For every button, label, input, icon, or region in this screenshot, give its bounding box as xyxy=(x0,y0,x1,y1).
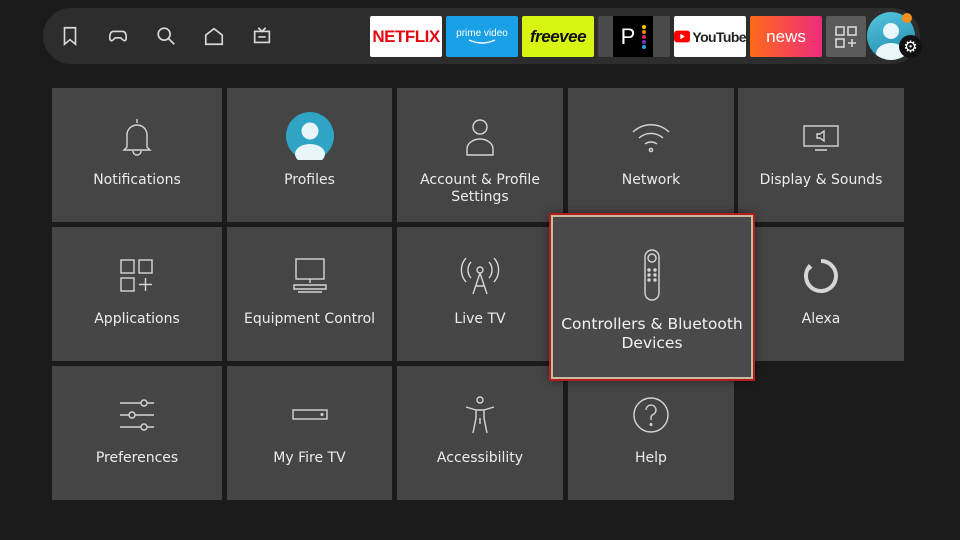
search-icon[interactable] xyxy=(153,23,179,49)
fire-tv-device-icon xyxy=(227,394,392,436)
settings-tile-alexa[interactable]: Alexa xyxy=(738,227,904,361)
peacock-logo: P xyxy=(620,23,636,49)
settings-tile-accessibility[interactable]: Accessibility xyxy=(397,366,563,500)
all-apps-button[interactable] xyxy=(826,16,866,57)
applications-icon xyxy=(52,255,222,297)
home-icon[interactable] xyxy=(201,23,227,49)
wifi-icon xyxy=(568,116,734,158)
prime-video-app-tile[interactable]: prime video xyxy=(446,16,518,57)
tile-label: Live TV xyxy=(454,311,506,327)
settings-tile-preferences[interactable]: Preferences xyxy=(52,366,222,500)
remote-control-icon xyxy=(553,249,751,301)
bell-icon xyxy=(52,116,222,158)
notification-dot xyxy=(902,13,912,23)
display-sound-icon xyxy=(738,116,904,158)
prime-video-logo: prime video xyxy=(456,28,508,39)
freevee-logo: freevee xyxy=(529,26,587,46)
settings-tile-help[interactable]: Help xyxy=(568,366,734,500)
bookmark-icon[interactable] xyxy=(57,23,83,49)
tile-label: Help xyxy=(635,450,667,466)
tile-label: Alexa xyxy=(801,311,841,327)
settings-tile-notifications[interactable]: Notifications xyxy=(52,88,222,222)
youtube-app-tile[interactable]: YouTube xyxy=(674,16,746,57)
profile-avatar-icon xyxy=(227,112,392,160)
antenna-icon xyxy=(397,255,563,297)
tile-label: Preferences xyxy=(95,450,179,466)
settings-tile-account[interactable]: Account & Profile Settings xyxy=(397,88,563,222)
settings-gear-icon[interactable]: ⚙ xyxy=(899,35,922,58)
tile-label: Account & Profile Settings xyxy=(420,172,540,205)
news-logo: news xyxy=(766,26,806,46)
tile-label: Equipment Control xyxy=(243,311,376,327)
sliders-icon xyxy=(52,394,222,436)
tile-label: Display & Sounds xyxy=(759,172,883,188)
settings-tile-profiles[interactable]: Profiles xyxy=(227,88,392,222)
gamepad-icon[interactable] xyxy=(105,23,131,49)
accessibility-icon xyxy=(397,394,563,436)
tile-label: Profiles xyxy=(284,172,335,188)
help-icon xyxy=(568,394,734,436)
settings-tile-equipment[interactable]: Equipment Control xyxy=(227,227,392,361)
news-app-tile[interactable]: news xyxy=(750,16,822,57)
tile-label: Network xyxy=(621,172,681,188)
settings-tile-livetv[interactable]: Live TV xyxy=(397,227,563,361)
live-tv-icon[interactable] xyxy=(249,23,275,49)
settings-tile-myfiretv[interactable]: My Fire TV xyxy=(227,366,392,500)
tile-label: My Fire TV xyxy=(273,450,346,466)
equipment-icon xyxy=(227,255,392,297)
tile-label: Controllers & Bluetooth Devices xyxy=(561,315,743,352)
netflix-app-tile[interactable]: NETFLIX xyxy=(370,16,442,57)
freevee-app-tile[interactable]: freevee xyxy=(522,16,594,57)
alexa-icon xyxy=(738,255,904,297)
youtube-play-icon xyxy=(674,30,691,43)
youtube-logo: YouTube xyxy=(692,28,746,45)
settings-tile-controllers[interactable]: Controllers & Bluetooth Devices xyxy=(549,213,755,381)
peacock-dots-icon xyxy=(642,24,647,49)
settings-tile-display[interactable]: Display & Sounds xyxy=(738,88,904,222)
netflix-logo: NETFLIX xyxy=(372,26,440,46)
settings-tile-applications[interactable]: Applications xyxy=(52,227,222,361)
person-icon xyxy=(397,116,563,158)
all-apps-icon xyxy=(835,25,857,48)
tile-label: Applications xyxy=(94,311,180,327)
settings-tile-network[interactable]: Network xyxy=(568,88,734,222)
peacock-app-tile[interactable]: P xyxy=(598,16,670,57)
prime-smile-icon xyxy=(468,39,496,44)
tile-label: Accessibility xyxy=(436,450,524,466)
tile-label: Notifications xyxy=(93,172,181,188)
